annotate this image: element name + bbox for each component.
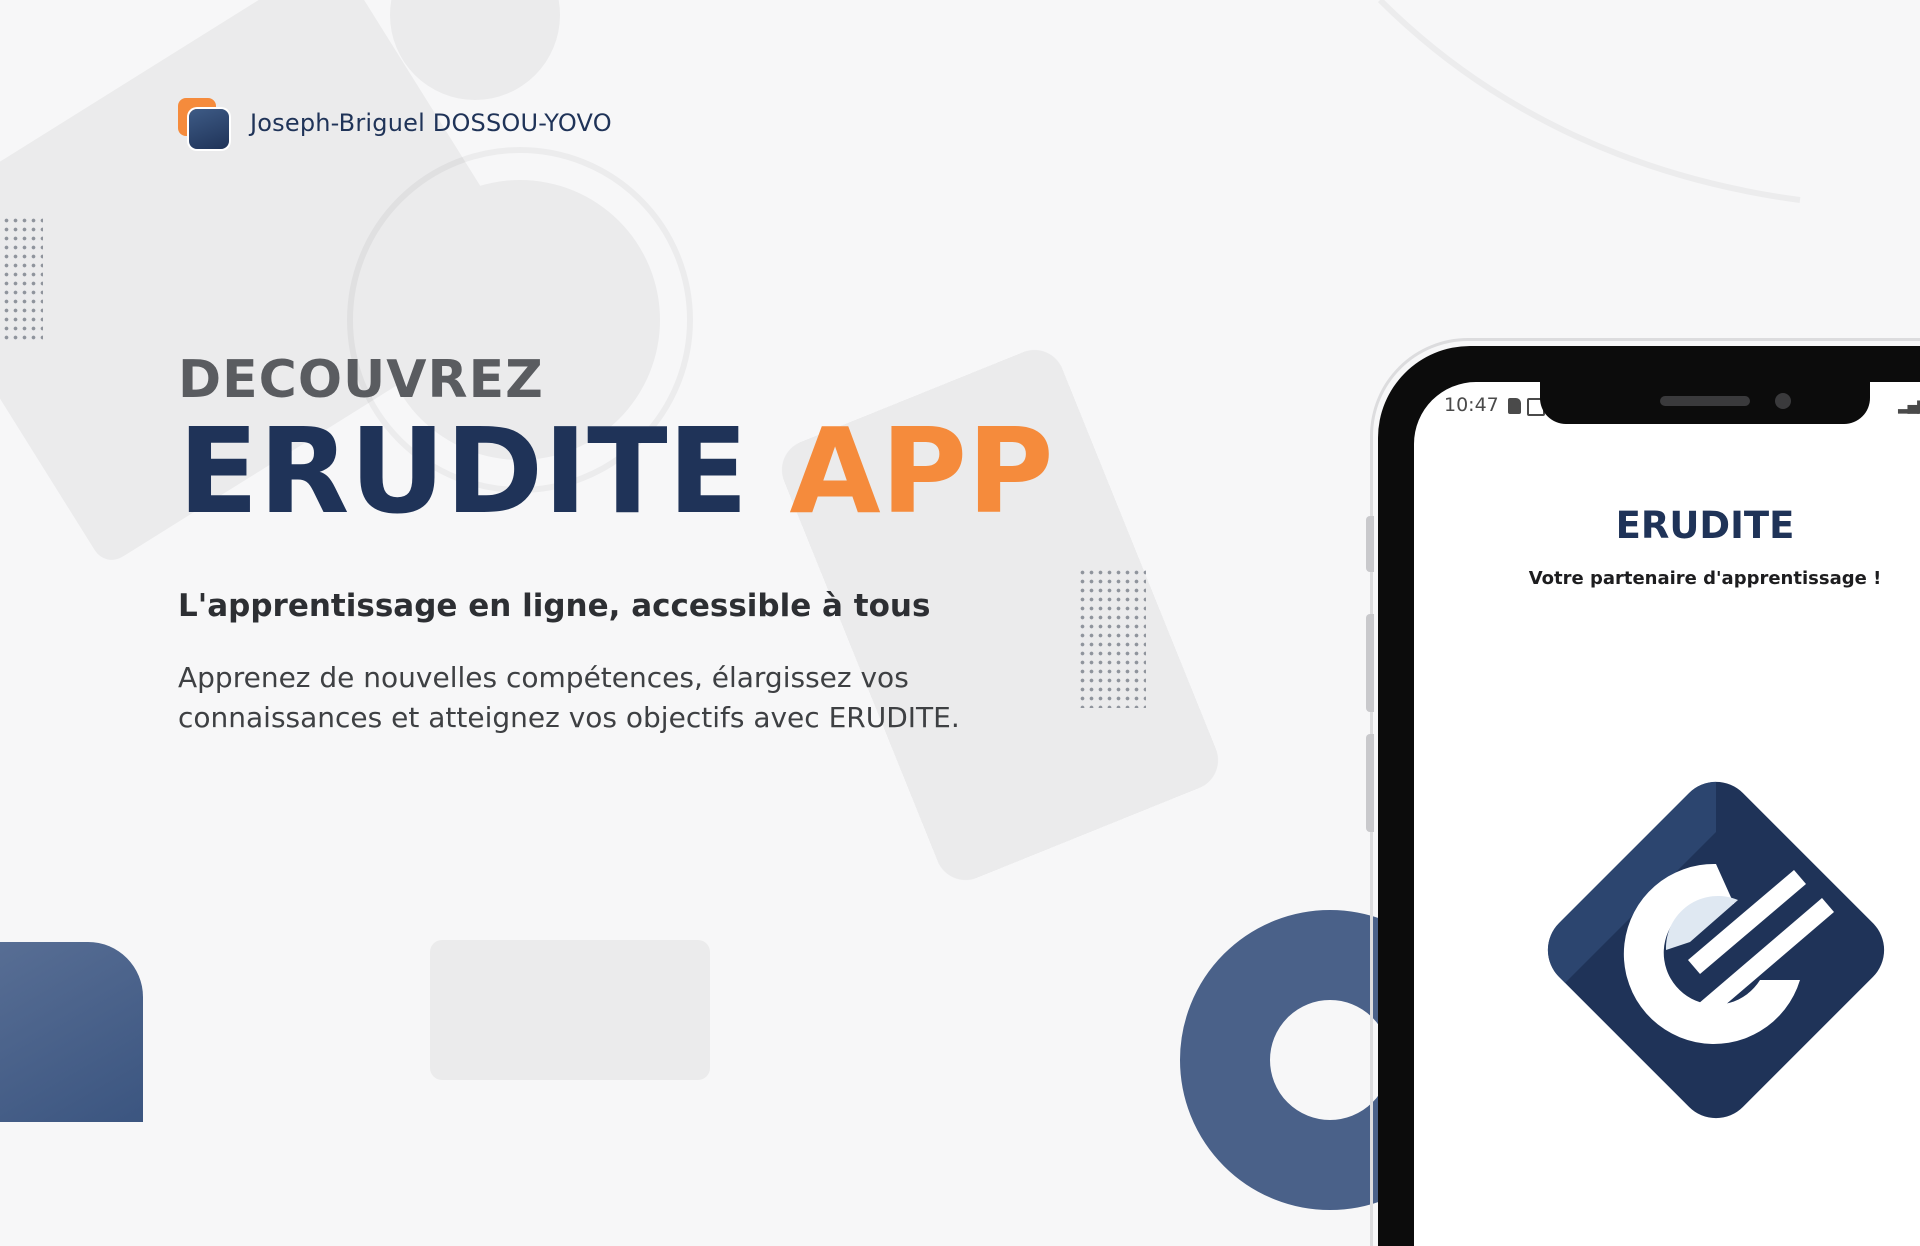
- phone-screen: 10:47 ▂▄▆ ERUDITE Votre partenaire d'app…: [1414, 382, 1920, 1246]
- signal-icon: ▂▄▆: [1898, 396, 1920, 414]
- hero-title-primary: ERUDITE: [178, 402, 749, 540]
- sd-card-icon: [1508, 398, 1521, 414]
- phone-side-button: [1366, 734, 1374, 832]
- app-subtitle: Votre partenaire d'apprentissage !: [1528, 568, 1882, 589]
- phone-side-button: [1366, 614, 1374, 712]
- stacked-squares-logo-icon: [178, 96, 232, 150]
- speaker-grill: [1660, 396, 1750, 406]
- hero-description: Apprenez de nouvelles compétences, élarg…: [178, 661, 960, 734]
- brand-header: Joseph-Briguel DOSSOU-YOVO: [178, 96, 612, 150]
- phone-mockup: 10:47 ▂▄▆ ERUDITE Votre partenaire d'app…: [1366, 338, 1920, 1246]
- dot-grid-middle: [1078, 568, 1146, 708]
- dot-grid-top-left: [2, 216, 43, 342]
- erudite-e-logo-icon: [1538, 772, 1885, 1119]
- phone-side-button: [1366, 516, 1374, 572]
- hero-title: ERUDITE APP: [178, 412, 1054, 530]
- hero-title-accent: APP: [789, 402, 1054, 540]
- status-time: 10:47: [1444, 394, 1499, 416]
- author-name: Joseph-Briguel DOSSOU-YOVO: [250, 109, 612, 137]
- app-title: ERUDITE: [1615, 504, 1795, 547]
- decorative-rounded-square: [0, 942, 143, 1122]
- hero-kicker: DECOUVREZ: [178, 350, 544, 410]
- front-camera: [1775, 393, 1791, 409]
- hero-tagline: L'apprentissage en ligne, accessible à t…: [178, 588, 931, 624]
- phone-notch: [1540, 382, 1870, 424]
